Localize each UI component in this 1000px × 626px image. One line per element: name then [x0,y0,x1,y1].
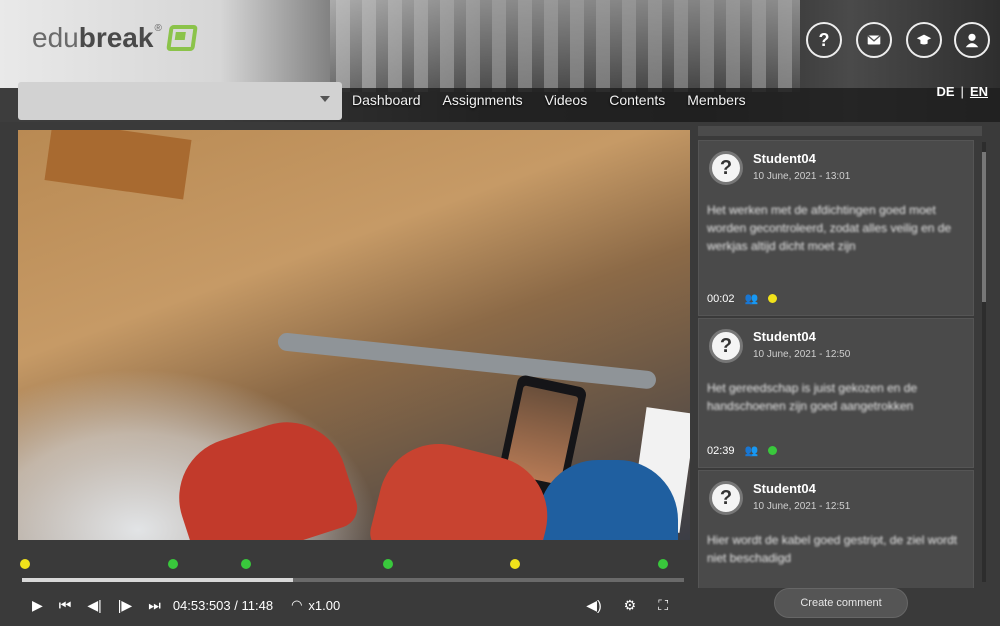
play-icon[interactable]: ▶ [32,590,43,620]
edubreak-logo[interactable]: edu break ® [32,18,198,58]
create-comment-button[interactable]: Create comment [774,588,908,618]
time-current: 04:53:503 [172,597,231,613]
comment-text: Het gereedschap is juist gekozen en de h… [707,381,918,413]
previous-frame-icon[interactable]: ◀| [87,590,101,620]
settings-gear-icon[interactable]: ⚙ [624,590,637,620]
help-icon[interactable]: ? [806,22,842,58]
comment-timestamp[interactable]: 00:02 [707,293,735,305]
academic-cap-icon[interactable] [906,22,942,58]
comment-date: 10 June, 2021 - 12:51 [753,501,851,512]
group-icon: 👥 [744,293,759,305]
video-progress-bar[interactable] [22,578,684,582]
time-total: 11:48 [241,597,274,613]
volume-icon[interactable]: ◀) [586,590,601,620]
comment-status-dot [768,446,778,455]
user-avatar-icon: ? [709,151,743,185]
user-avatar-icon: ? [709,481,743,515]
annotation-marker[interactable] [19,559,30,569]
mail-icon[interactable] [856,22,892,58]
comment-text: Hier wordt de kabel goed gestript, de zi… [707,533,958,565]
comment-author: Student04 [753,329,816,344]
annotation-marker[interactable] [241,559,252,569]
next-frame-icon[interactable]: |▶ [118,590,132,620]
annotation-markers [18,555,690,575]
comment-list[interactable]: ? Student04 10 June, 2021 - 13:01 Het we… [692,140,990,588]
comment-date: 10 June, 2021 - 12:50 [753,349,851,360]
user-avatar-icon: ? [709,329,743,363]
language-switcher: DE | EN [936,84,988,99]
lang-separator: | [960,84,964,99]
video-controls-right: ◀) ⚙ ⛶ [586,590,668,620]
comments-panel: ? Student04 10 June, 2021 - 13:01 Het we… [692,122,990,626]
header: edu break ® Dashboard Assignments Videos… [0,0,1000,122]
user-profile-icon[interactable] [954,22,990,58]
video-player[interactable] [18,130,690,540]
logo-mark-icon [165,25,198,51]
chevron-down-icon [320,96,330,102]
nav-members[interactable]: Members [687,88,745,112]
logo-text-break: break [78,22,154,53]
fullscreen-icon[interactable]: ⛶ [658,590,668,620]
video-controls: ▶ ⏮ ◀| |▶ ⏭ 04:53:503 / 11:48 ◠ x1.00 ◀) … [18,590,690,620]
comment-meta: 02:39 👥 [707,444,778,457]
comment-author: Student04 [753,481,816,496]
comment-list-scrollbar[interactable] [982,142,986,582]
course-select-dropdown[interactable] [18,82,342,120]
comment-text: Het werken met de afdichtingen goed moet… [707,203,952,253]
comment-status-dot [768,294,778,303]
comment-author: Student04 [753,151,816,166]
skip-to-end-icon[interactable]: ⏭ [148,590,161,620]
comment-meta: 00:02 👥 [707,292,778,305]
lang-de[interactable]: DE [936,84,954,99]
annotation-marker[interactable] [658,559,669,569]
comment-date: 10 June, 2021 - 13:01 [753,171,851,182]
skip-to-start-icon[interactable]: ⏮ [59,590,72,620]
speed-value: x1.00 [308,597,341,613]
time-display: 04:53:503 / 11:48 [172,597,274,613]
nav-dashboard[interactable]: Dashboard [352,88,421,112]
comment-card[interactable]: ? Student04 10 June, 2021 - 13:01 Het we… [698,140,974,316]
lang-en[interactable]: EN [970,84,988,99]
annotation-marker[interactable] [382,559,393,569]
comment-card[interactable]: ? Student04 10 June, 2021 - 12:50 Het ge… [698,318,974,468]
app-root: edu break ® Dashboard Assignments Videos… [0,0,1000,626]
comment-card[interactable]: ? Student04 10 June, 2021 - 12:51 Hier w… [698,470,974,588]
annotation-marker[interactable] [167,559,178,569]
nav-assignments[interactable]: Assignments [443,88,523,112]
comment-timestamp[interactable]: 02:39 [707,445,735,457]
logo-text-edu: edu [32,22,79,53]
speed-gauge-icon: ◠ [291,597,303,612]
video-progress-fill [22,578,294,582]
scrollbar-thumb[interactable] [982,152,986,302]
comments-panel-header [698,126,982,136]
nav-contents[interactable]: Contents [609,88,665,112]
nav-videos[interactable]: Videos [545,88,588,112]
header-background-photo [330,0,800,92]
logo-registered-mark: ® [154,22,162,34]
group-icon: 👥 [744,445,759,457]
annotation-marker[interactable] [510,559,521,569]
main-nav: Dashboard Assignments Videos Contents Me… [352,88,746,112]
playback-speed[interactable]: ◠ x1.00 [291,597,340,613]
